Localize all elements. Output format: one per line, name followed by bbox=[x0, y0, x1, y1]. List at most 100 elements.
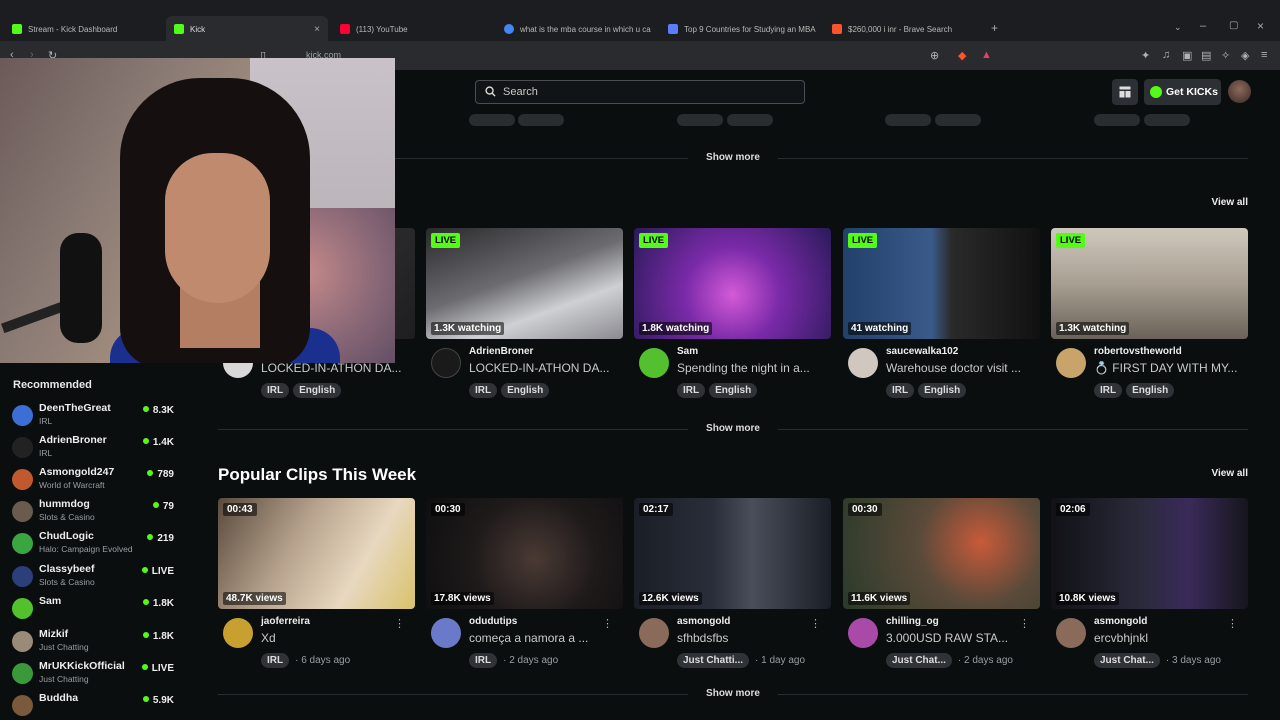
tag-pill[interactable]: IRL bbox=[1094, 383, 1123, 398]
more-options-icon[interactable]: ⋮ bbox=[1019, 617, 1030, 630]
sidebar-item-asmongold247[interactable]: Asmongold247 World of Warcraft 789 bbox=[12, 466, 180, 494]
avatar[interactable] bbox=[12, 631, 33, 652]
tag-pill[interactable]: IRL bbox=[261, 653, 290, 668]
tag-pill[interactable]: Just Chat... bbox=[886, 653, 952, 668]
search-input[interactable]: Search bbox=[475, 80, 805, 104]
live-stream-card[interactable]: LIVE 1.3K watching robertovstheworld 💍 F… bbox=[1051, 228, 1248, 403]
avatar[interactable] bbox=[639, 348, 669, 378]
avatar[interactable] bbox=[12, 405, 33, 426]
music-icon[interactable]: ♫ bbox=[1162, 49, 1170, 61]
channel-name[interactable]: chilling_og bbox=[886, 616, 939, 627]
tag-pill[interactable]: IRL bbox=[469, 383, 498, 398]
clip-thumbnail[interactable]: 00:30 17.8K views bbox=[426, 498, 623, 609]
more-options-icon[interactable]: ⋮ bbox=[602, 617, 613, 630]
more-options-icon[interactable]: ⋮ bbox=[810, 617, 821, 630]
sidebar-icon[interactable]: ▣ bbox=[1182, 49, 1192, 62]
sidebar-item-mizkif[interactable]: Mizkif Just Chatting 1.8K bbox=[12, 628, 180, 656]
avatar[interactable] bbox=[431, 618, 461, 648]
tag-pill[interactable]: IRL bbox=[677, 383, 706, 398]
avatar[interactable] bbox=[12, 695, 33, 716]
clip-title[interactable]: 3.000USD RAW STA... bbox=[886, 631, 1034, 645]
live-stream-card[interactable]: LIVE 1.8K watching Sam Spending the nigh… bbox=[634, 228, 831, 403]
clip-card[interactable]: 00:30 11.6K views chilling_og 3.000USD R… bbox=[843, 498, 1040, 673]
sidebar-item-adrienbroner[interactable]: AdrienBroner IRL 1.4K bbox=[12, 434, 180, 462]
tag-pill[interactable]: IRL bbox=[469, 653, 498, 668]
clip-card[interactable]: 00:43 48.7K views jaoferreira Xd ⋮ IRL ·… bbox=[218, 498, 415, 673]
avatar[interactable] bbox=[431, 348, 461, 378]
close-window-icon[interactable]: × bbox=[1257, 19, 1264, 33]
maximize-icon[interactable]: ▢ bbox=[1229, 20, 1238, 31]
close-tab-icon[interactable]: × bbox=[314, 24, 320, 35]
avatar[interactable] bbox=[12, 469, 33, 490]
tag-pill[interactable]: Just Chat... bbox=[1094, 653, 1160, 668]
channel-name[interactable]: saucewalka102 bbox=[886, 346, 958, 357]
channel-name[interactable]: asmongold bbox=[1094, 616, 1147, 627]
clip-card[interactable]: 02:06 10.8K views asmongold ercvbhjnkl ⋮… bbox=[1051, 498, 1248, 673]
tag-pill[interactable]: English bbox=[293, 383, 342, 398]
clip-thumbnail[interactable]: 02:17 12.6K views bbox=[634, 498, 831, 609]
view-all-live-link[interactable]: View all bbox=[1200, 197, 1248, 208]
avatar[interactable] bbox=[848, 348, 878, 378]
stream-title[interactable]: LOCKED-IN-ATHON DA... bbox=[261, 361, 409, 375]
tag-pill[interactable]: Just Chatti... bbox=[677, 653, 750, 668]
sidebar-item-sam[interactable]: Sam 1.8K bbox=[12, 595, 180, 623]
sidebar-item-buddha[interactable]: Buddha 5.9K bbox=[12, 692, 180, 720]
browser-tab[interactable]: what is the mba course in which u ca bbox=[496, 18, 656, 40]
avatar[interactable] bbox=[1056, 348, 1086, 378]
view-all-clips-link[interactable]: View all bbox=[1200, 468, 1248, 479]
browser-tab-active[interactable]: Kick × bbox=[166, 16, 328, 42]
avatar[interactable] bbox=[223, 618, 253, 648]
avatar[interactable] bbox=[12, 437, 33, 458]
sidebar-item-deenthegreat[interactable]: DeenTheGreat IRL 8.3K bbox=[12, 402, 180, 430]
extensions-icon[interactable]: ✦ bbox=[1141, 49, 1150, 62]
tag-pill[interactable]: IRL bbox=[261, 383, 290, 398]
stream-title[interactable]: Warehouse doctor visit ... bbox=[886, 361, 1034, 375]
avatar[interactable] bbox=[12, 566, 33, 587]
avatar[interactable] bbox=[12, 533, 33, 554]
channel-name[interactable]: AdrienBroner bbox=[469, 346, 533, 357]
minimize-icon[interactable]: – bbox=[1200, 20, 1206, 32]
stream-title[interactable]: 💍 FIRST DAY WITH MY... bbox=[1094, 361, 1242, 375]
clip-thumbnail[interactable]: 02:06 10.8K views bbox=[1051, 498, 1248, 609]
browser-tab[interactable]: $260,000 i inr - Brave Search bbox=[824, 18, 984, 40]
avatar[interactable] bbox=[12, 501, 33, 522]
stream-title[interactable]: Spending the night in a... bbox=[677, 361, 825, 375]
stream-title[interactable]: LOCKED-IN-ATHON DA... bbox=[469, 361, 617, 375]
clip-title[interactable]: sfhbdsfbs bbox=[677, 631, 825, 645]
clip-title[interactable]: ercvbhjnkl bbox=[1094, 631, 1242, 645]
clip-thumbnail[interactable]: 00:43 48.7K views bbox=[218, 498, 415, 609]
tag-pill[interactable]: English bbox=[709, 383, 758, 398]
stream-thumbnail[interactable]: LIVE 1.8K watching bbox=[634, 228, 831, 339]
avatar[interactable] bbox=[639, 618, 669, 648]
clip-thumbnail[interactable]: 00:30 11.6K views bbox=[843, 498, 1040, 609]
channel-name[interactable]: robertovstheworld bbox=[1094, 346, 1182, 357]
avatar[interactable] bbox=[12, 598, 33, 619]
brave-shields-icon[interactable]: ◆ bbox=[958, 49, 966, 62]
live-stream-card[interactable]: LIVE 1.3K watching AdrienBroner LOCKED-I… bbox=[426, 228, 623, 403]
sidebar-item-mrukkickofficial[interactable]: MrUKKickOfficial Just Chatting LIVE bbox=[12, 660, 180, 688]
browser-tab[interactable]: Top 9 Countries for Studying an MBA bbox=[660, 18, 820, 40]
clip-title[interactable]: Xd bbox=[261, 631, 409, 645]
channel-name[interactable]: asmongold bbox=[677, 616, 730, 627]
sidebar-item-hummdog[interactable]: hummdog Slots & Casino 79 bbox=[12, 498, 180, 526]
browser-tab[interactable]: Stream - Kick Dashboard bbox=[4, 18, 164, 40]
clip-card[interactable]: 00:30 17.8K views odudutips começa a nam… bbox=[426, 498, 623, 673]
sidebar-item-classybeef[interactable]: Classybeef Slots & Casino LIVE bbox=[12, 563, 180, 591]
vpn-icon[interactable]: ◈ bbox=[1241, 49, 1249, 62]
wallet-icon[interactable]: ▤ bbox=[1201, 49, 1211, 62]
tag-pill[interactable]: IRL bbox=[886, 383, 915, 398]
leo-icon[interactable]: ✧ bbox=[1221, 49, 1230, 62]
more-options-icon[interactable]: ⋮ bbox=[394, 617, 405, 630]
zoom-icon[interactable]: ⊕ bbox=[930, 49, 939, 62]
avatar[interactable] bbox=[12, 663, 33, 684]
channel-name[interactable]: Sam bbox=[677, 346, 698, 357]
tab-search-icon[interactable]: ⌄ bbox=[1174, 22, 1182, 33]
live-stream-card[interactable]: LIVE 41 watching saucewalka102 Warehouse… bbox=[843, 228, 1040, 403]
channel-name[interactable]: odudutips bbox=[469, 616, 517, 627]
more-options-icon[interactable]: ⋮ bbox=[1227, 617, 1238, 630]
brave-rewards-icon[interactable]: ▲ bbox=[981, 49, 992, 61]
stream-thumbnail[interactable]: LIVE 1.3K watching bbox=[1051, 228, 1248, 339]
sidebar-item-chudlogic[interactable]: ChudLogic Halo: Campaign Evolved 219 bbox=[12, 530, 180, 558]
new-tab-button[interactable]: + bbox=[991, 21, 998, 35]
tag-pill[interactable]: English bbox=[1126, 383, 1175, 398]
